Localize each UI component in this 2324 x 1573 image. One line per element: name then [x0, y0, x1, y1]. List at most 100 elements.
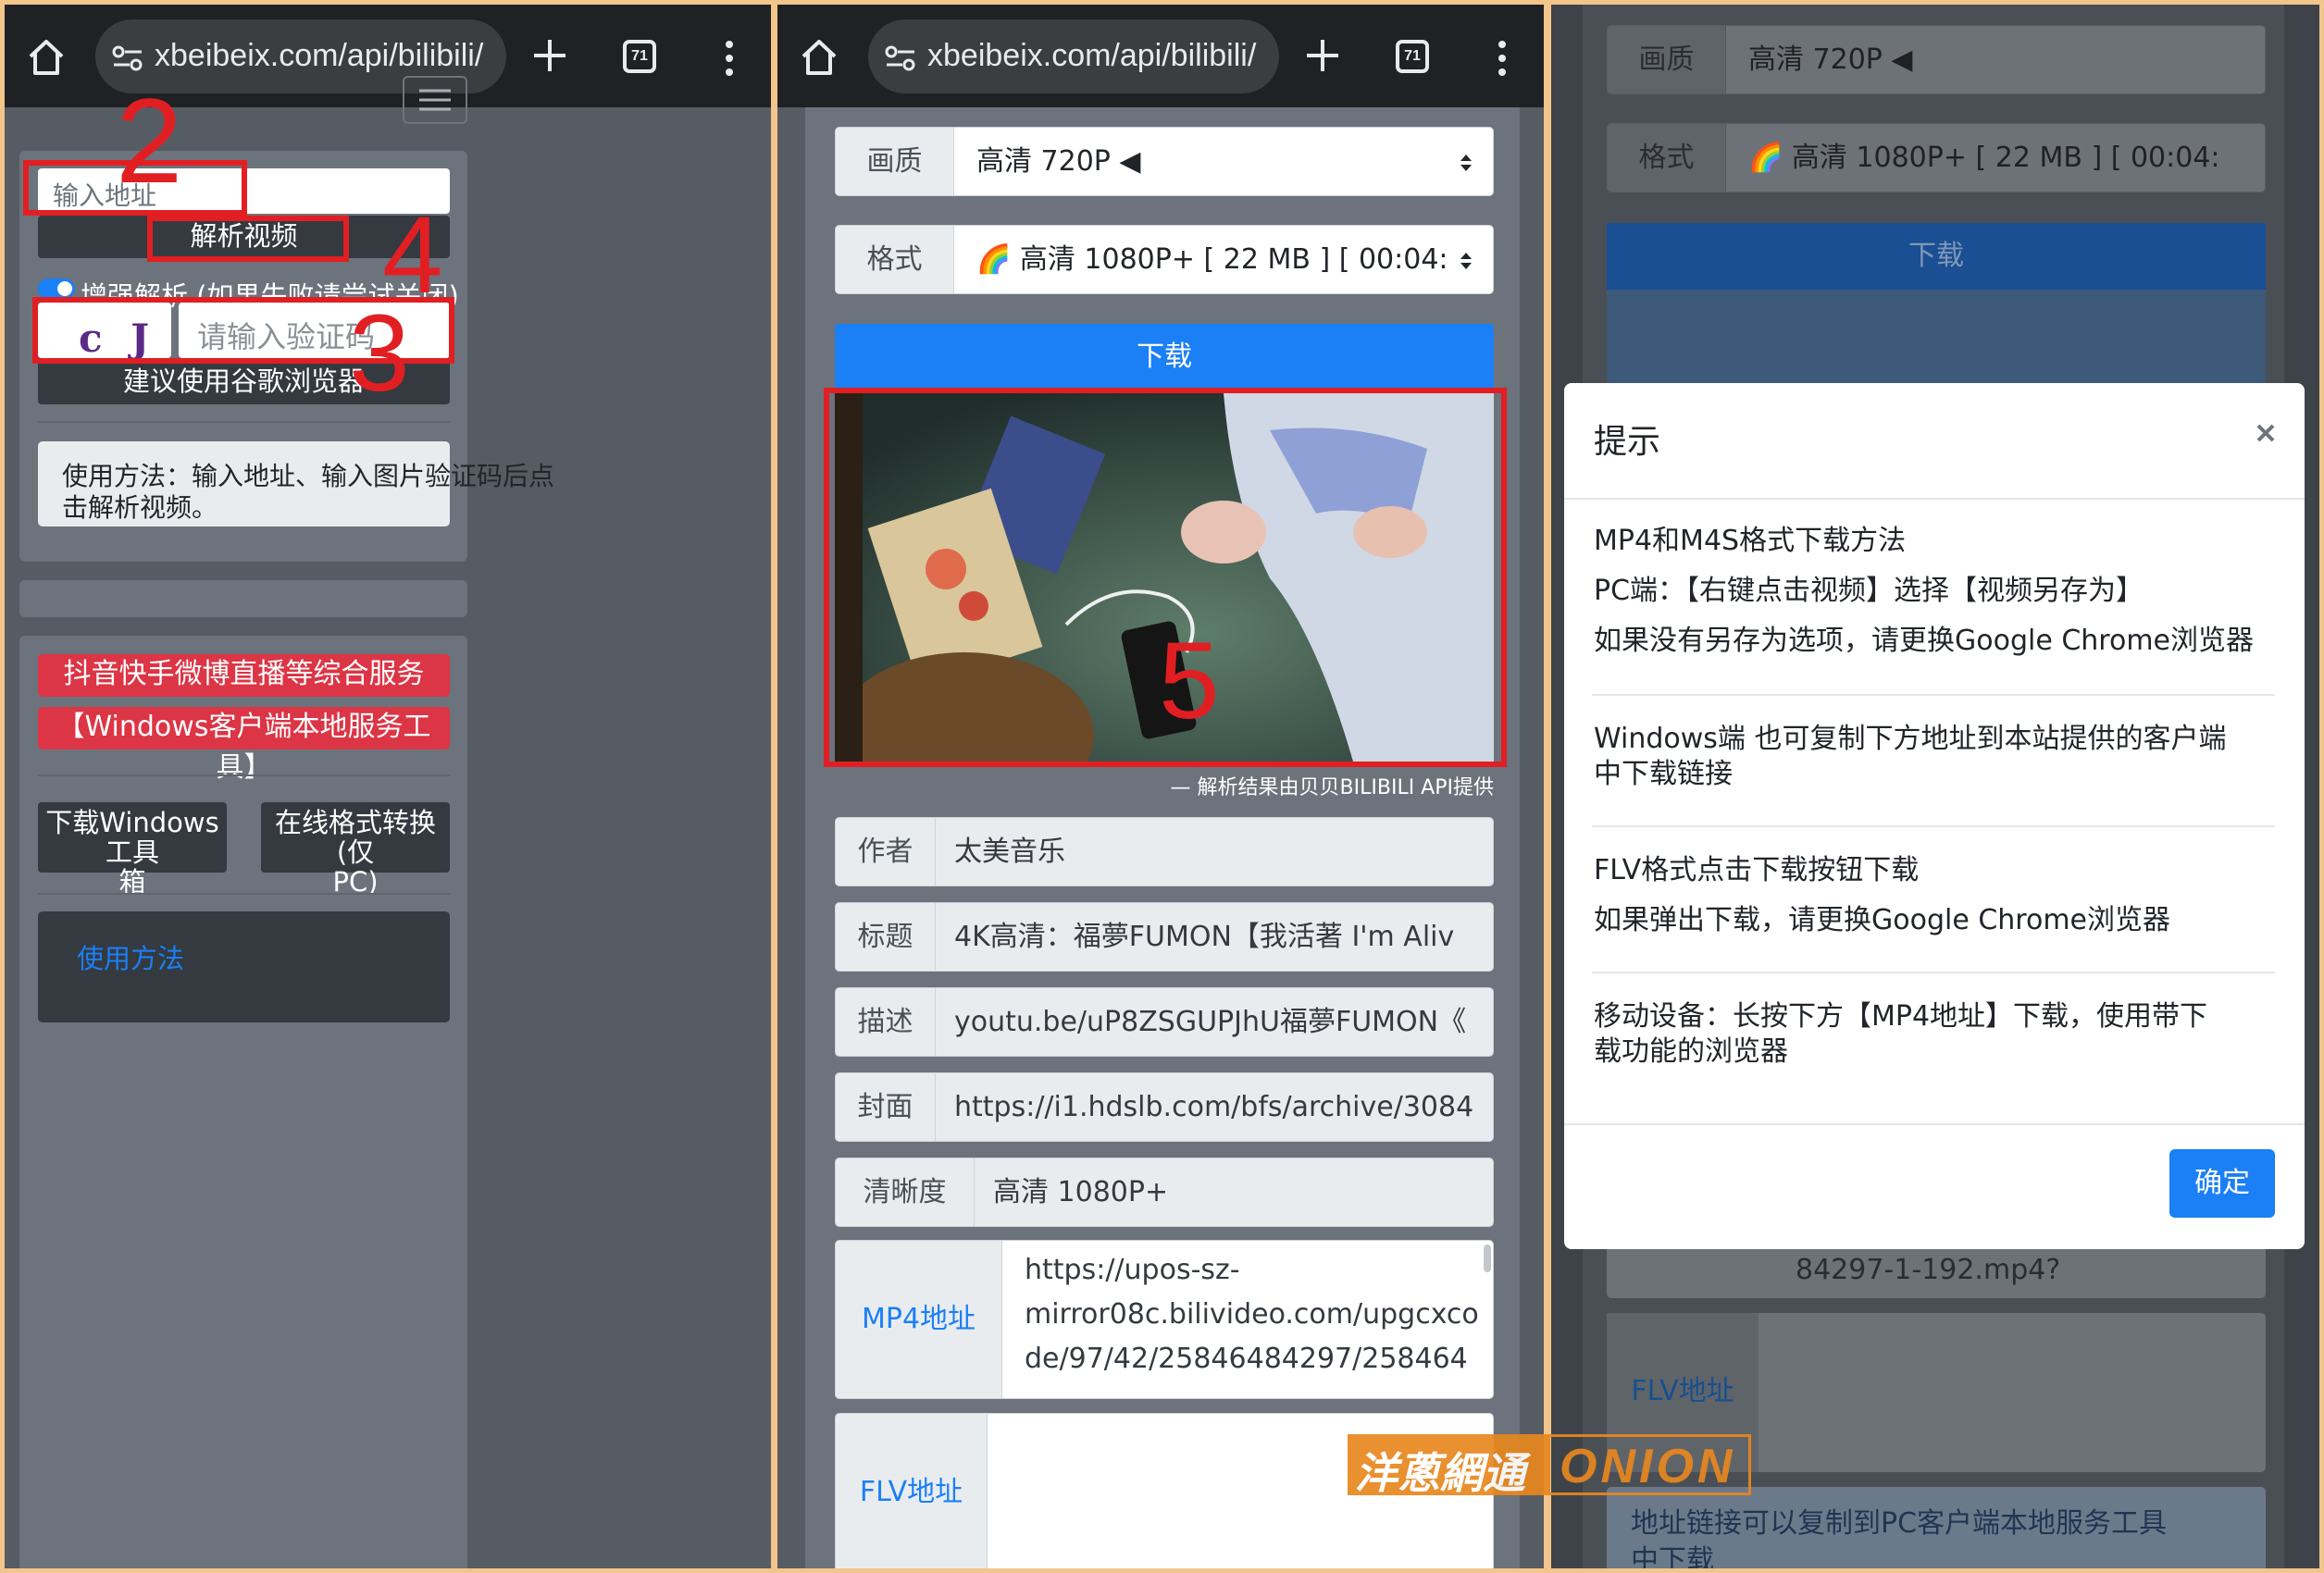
tab-switcher-icon[interactable]: 71	[623, 40, 656, 73]
mp4-label: MP4地址	[836, 1241, 1002, 1398]
bg-video	[1607, 290, 2266, 391]
format-select[interactable]: 格式 🌈 高清 1080P+ [ 22 MB ] [ 00:04:18	[835, 225, 1494, 294]
home-icon[interactable]	[25, 36, 68, 79]
bg-quality-label: 画质	[1608, 26, 1726, 93]
mp4-address-row[interactable]: MP4地址 https://upos-sz- mirror08c.bilivid…	[835, 1240, 1494, 1399]
format-value: 🌈 高清 1080P+ [ 22 MB ] [ 00:04:18	[976, 243, 1450, 276]
quality-select[interactable]: 画质 高清 720P ◀	[835, 127, 1494, 196]
bg-format-value: 🌈 高清 1080P+ [ 22 MB ] [ 00:04:18	[1748, 142, 2222, 174]
annotation-number-2: 2	[116, 73, 183, 208]
card-divider	[38, 421, 450, 423]
flv-label: FLV地址	[836, 1414, 988, 1568]
site-settings-icon[interactable]	[112, 45, 143, 71]
watermark-en: ONION	[1560, 1440, 1736, 1493]
select-arrows-icon	[1460, 253, 1472, 269]
social-services-label: 抖音快手微博直播等综合服务	[63, 658, 425, 690]
info-row-value[interactable]: 太美音乐	[954, 818, 1476, 886]
modal-s1-line-1: MP4和M4S格式下载方法	[1594, 525, 1907, 557]
modal-s3-line-1: FLV格式点击下载按钮下载	[1594, 854, 1920, 886]
bg-format-label: 格式	[1608, 124, 1726, 192]
close-icon[interactable]	[2255, 422, 2277, 444]
site-settings-icon[interactable]	[885, 45, 916, 71]
social-services-button[interactable]: 抖音快手微博直播等综合服务	[38, 654, 450, 697]
info-row-value[interactable]: youtu.be/uP8ZSGUPJhU福夢FUMON《	[954, 988, 1476, 1056]
info-row[interactable]: 清晰度 高清 1080P+	[835, 1158, 1494, 1227]
format-label: 格式	[836, 226, 954, 293]
empty-card	[19, 580, 467, 617]
modal-divider-3	[1592, 972, 2275, 973]
modal-s1-line-3: 如果没有另存为选项，请更换Google Chrome浏览器	[1594, 625, 2254, 657]
chrome-hint-label: 建议使用谷歌浏览器	[122, 365, 365, 397]
download-windows-toolbox-button[interactable]: 下载Windows工具 箱	[38, 802, 227, 897]
quality-label: 画质	[836, 128, 954, 195]
toggle-knob	[57, 281, 72, 296]
info-row[interactable]: 描述 youtu.be/uP8ZSGUPJhU福夢FUMON《	[835, 987, 1494, 1057]
online-convert-button[interactable]: 在线格式转换(仅 PC)	[261, 802, 450, 897]
modal-s2-line-2: 中下载链接	[1594, 758, 1733, 790]
services-divider	[38, 774, 450, 776]
windows-service-button[interactable]: 【Windows客户端本地服务工具】	[38, 707, 450, 784]
modal-footer-divider	[1564, 1123, 2305, 1125]
browser-toolbar: xbeibeix.com/api/bilibili/ 71	[777, 5, 1544, 107]
usage-note-line-2: 击解析视频。	[62, 492, 218, 523]
info-row[interactable]: 标题 4K高清：福夢FUMON【我活著 I'm Aliv	[835, 902, 1494, 972]
new-tab-icon[interactable]	[1301, 34, 1344, 77]
info-row-value[interactable]: 4K高清：福夢FUMON【我活著 I'm Aliv	[954, 903, 1476, 971]
watermark-cn: 洋蔥網通	[1355, 1448, 1525, 1498]
modal-s4-line-2: 载功能的浏览器	[1594, 1035, 1788, 1068]
modal-divider-1	[1592, 694, 2275, 696]
address-bar[interactable]: xbeibeix.com/api/bilibili/	[868, 19, 1279, 93]
usage-note: 使用方法：输入地址、输入图片验证码后点 击解析视频。	[38, 441, 554, 526]
ok-button-label: 确定	[2194, 1167, 2250, 1199]
panel-2-phone: xbeibeix.com/api/bilibili/ 71 画质 高清 720P…	[777, 5, 1544, 1568]
quality-value: 高清 720P ◀	[976, 145, 1141, 178]
enhance-toggle[interactable]	[38, 279, 75, 299]
info-row[interactable]: 封面 https://i1.hdslb.com/bfs/archive/3084	[835, 1072, 1494, 1142]
menu-icon	[419, 89, 451, 111]
ok-button[interactable]: 确定	[2169, 1149, 2275, 1218]
panel-1-phone: xbeibeix.com/api/bilibili/ 71 输入地址 解析视频 …	[5, 5, 771, 1568]
more-menu-icon[interactable]	[1498, 40, 1507, 77]
download-toolbox-line-1: 下载Windows工具	[45, 807, 219, 868]
modal-s4-line-1: 移动设备：长按下方【MP4地址】下载，使用带下	[1594, 1000, 2208, 1033]
address-text: xbeibeix.com/api/bilibili/	[155, 38, 484, 73]
bg-bottom-note-line-1: 地址链接可以复制到PC客户端本地服务工具	[1631, 1507, 2168, 1540]
bg-bottom-note: 地址链接可以复制到PC客户端本地服务工具 中下载	[1607, 1487, 2266, 1568]
bg-download-button: 下载	[1607, 223, 2266, 290]
modal-s2-line-1: Windows端 也可复制下方地址到本站提供的客户端	[1594, 723, 2227, 755]
modal-title: 提示	[1594, 423, 1661, 461]
bg-bottom-note-line-2: 中下载	[1631, 1544, 1714, 1568]
mp4-url-line-2[interactable]: mirror08c.bilivideo.com/upgcxco	[1025, 1298, 1479, 1331]
download-button-label: 下载	[1137, 341, 1192, 373]
tab-switcher-icon[interactable]: 71	[1396, 40, 1429, 73]
mp4-url-line-3[interactable]: de/97/42/25846484297/258464	[1025, 1343, 1468, 1375]
highlight-parse-button	[147, 216, 349, 262]
annotation-number-5: 5	[1159, 620, 1220, 742]
online-convert-line-1: 在线格式转换(仅	[274, 807, 436, 868]
bg-quality-select: 画质 高清 720P ◀	[1607, 25, 2266, 94]
info-row[interactable]: 作者 太美音乐	[835, 817, 1494, 886]
watermark-logo: 洋蔥網通 ONION	[1348, 1434, 1751, 1498]
download-button[interactable]: 下载	[835, 324, 1494, 390]
bg-format-select: 格式 🌈 高清 1080P+ [ 22 MB ] [ 00:04:18	[1607, 123, 2266, 192]
services-divider-2	[38, 893, 450, 895]
watermark-cn-block: 洋蔥網通	[1348, 1434, 1547, 1498]
hamburger-menu-button[interactable]	[403, 76, 467, 124]
usage-section: 使用方法	[38, 911, 450, 1022]
tips-modal: 提示 MP4和M4S格式下载方法 PC端：【右键点击视频】选择【视频另存为】 如…	[1564, 383, 2305, 1249]
usage-link[interactable]: 使用方法	[77, 937, 184, 976]
scrollbar[interactable]	[1484, 1245, 1491, 1272]
modal-header-divider	[1564, 498, 2305, 500]
bg-quality-value: 高清 720P ◀	[1748, 43, 1913, 76]
address-text: xbeibeix.com/api/bilibili/	[927, 38, 1257, 73]
info-row-label: 作者	[836, 818, 936, 886]
select-arrows-icon	[1460, 155, 1472, 171]
bg-mp4-row: 84297-1-192.mp4?	[1607, 1245, 2266, 1298]
api-credit: — 解析结果由贝贝BILIBILI API提供	[1170, 776, 1494, 799]
new-tab-icon[interactable]	[528, 34, 571, 77]
info-row-value[interactable]: https://i1.hdslb.com/bfs/archive/3084	[954, 1073, 1476, 1141]
info-row-value[interactable]: 高清 1080P+	[993, 1158, 1476, 1226]
home-icon[interactable]	[798, 36, 840, 79]
more-menu-icon[interactable]	[725, 40, 734, 77]
mp4-url-line-1[interactable]: https://upos-sz-	[1025, 1254, 1240, 1286]
